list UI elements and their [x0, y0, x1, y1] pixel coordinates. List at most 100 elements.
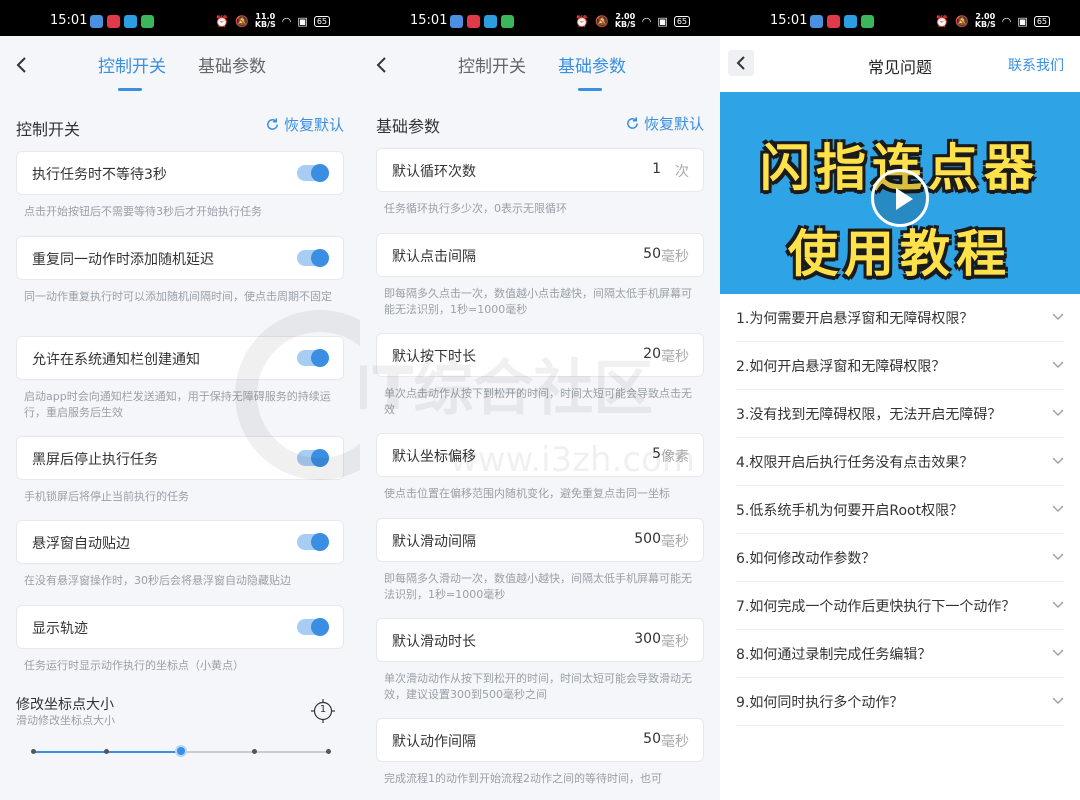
app-notification-icon: [861, 15, 874, 28]
wifi-icon: ◠: [1001, 14, 1012, 28]
param-row[interactable]: 默认滑动间隔 500 毫秒: [376, 518, 704, 562]
sim-icon: ▣: [297, 14, 308, 28]
play-icon[interactable]: [871, 169, 929, 227]
faq-item[interactable]: 1.为何需要开启悬浮窗和无障碍权限？: [736, 294, 1064, 342]
param-row[interactable]: 默认坐标偏移 5 像素: [376, 433, 704, 477]
param-unit: 毫秒: [661, 634, 689, 650]
param-row[interactable]: 默认按下时长 20 毫秒: [376, 333, 704, 377]
param-unit: 毫秒: [661, 534, 689, 550]
toggle-label: 黑屏后停止执行任务: [32, 452, 158, 468]
marker-size-slider-step[interactable]: [30, 749, 36, 754]
toggle-switch[interactable]: [297, 618, 329, 636]
refresh-icon: [627, 117, 638, 129]
toggle-row: 允许在系统通知栏创建通知: [16, 336, 344, 380]
toggle-description: 同一动作重复执行时可以添加随机间隔时间，使点击周期不固定: [24, 290, 332, 303]
tab-control-switch[interactable]: 控制开关: [458, 52, 526, 77]
marker-size-slider-step[interactable]: [251, 749, 257, 754]
tutorial-video-banner[interactable]: 闪指连点器 使用教程: [720, 92, 1080, 294]
app-notification-icon: [141, 15, 154, 28]
faq-item[interactable]: 5.低系统手机为何要开启Root权限？: [736, 486, 1064, 534]
system-icons: ⏰ 🔕 2.00 KB/S ◠ ▣ 65: [575, 13, 690, 29]
faq-item[interactable]: 3.没有找到无障碍权限，无法开启无障碍？: [736, 390, 1064, 438]
sim-icon: ▣: [1017, 14, 1028, 28]
faq-item[interactable]: 2.如何开启悬浮窗和无障碍权限？: [736, 342, 1064, 390]
system-icons: ⏰ 🔕 11.0 KB/S ◠ ▣ 65: [215, 13, 330, 29]
chevron-down-icon: [1052, 361, 1064, 368]
wifi-icon: ◠: [281, 14, 292, 28]
toggle-label: 悬浮窗自动贴边: [32, 536, 130, 552]
faq-item[interactable]: 9.如何同时执行多个动作？: [736, 678, 1064, 726]
param-row[interactable]: 默认滑动时长 300 毫秒: [376, 618, 704, 662]
toggle-switch[interactable]: [297, 164, 329, 182]
battery-icon: 65: [673, 15, 690, 27]
tab-basic-params[interactable]: 基础参数: [198, 52, 266, 77]
param-description: 单次点击动作从按下到松开的时间，时间太短可能会导致点击无效: [384, 387, 692, 416]
param-row[interactable]: 默认动作间隔 50 毫秒: [376, 718, 704, 762]
alarm-icon: ⏰: [215, 14, 230, 28]
back-arrow-icon[interactable]: [12, 53, 32, 77]
toggle-switch[interactable]: [297, 533, 329, 551]
marker-size-icon: 1: [311, 699, 335, 723]
param-unit: 毫秒: [661, 734, 689, 750]
app-notification-icon: [810, 15, 823, 28]
param-value[interactable]: 300: [634, 631, 661, 647]
faq-item[interactable]: 8.如何通过录制完成任务编辑？: [736, 630, 1064, 678]
marker-size-slider-thumb[interactable]: [174, 745, 187, 757]
faq-item[interactable]: 6.如何修改动作参数？: [736, 534, 1064, 582]
toggle-switch[interactable]: [297, 249, 329, 267]
toggle-switch[interactable]: [297, 449, 329, 467]
param-value[interactable]: 50: [643, 246, 661, 262]
chevron-down-icon: [1052, 313, 1064, 320]
wifi-icon: ◠: [641, 14, 652, 28]
tab-active-indicator: [578, 88, 602, 91]
tab-control-switch[interactable]: 控制开关: [98, 52, 166, 77]
toggle-description: 在没有悬浮窗操作时，30秒后会将悬浮窗自动隐藏贴边: [24, 574, 291, 587]
app-notification-icon: [450, 15, 463, 28]
toggle-row: 重复同一动作时添加随机延迟: [16, 236, 344, 280]
marker-size-slider-step[interactable]: [325, 749, 331, 754]
app-notification-icon: [827, 15, 840, 28]
param-label: 默认滑动时长: [392, 634, 476, 650]
mute-icon: 🔕: [595, 14, 609, 28]
notification-icons: [450, 15, 514, 28]
tab-basic-params[interactable]: 基础参数: [558, 52, 626, 77]
basic-params-screen: 15:01 ⏰ 🔕 2.00 KB/S ◠ ▣ 65 控制开关 基础参数 基础参数…: [360, 0, 720, 800]
restore-default-button[interactable]: 恢复默认: [625, 113, 704, 134]
faq-item[interactable]: 4.权限开启后执行任务没有点击效果？: [736, 438, 1064, 486]
telegram-icon: [844, 15, 857, 28]
contact-us-link[interactable]: 联系我们: [1008, 55, 1064, 75]
faq-item[interactable]: 7.如何完成一个动作后更快执行下一个动作？: [736, 582, 1064, 630]
chevron-down-icon: [1052, 601, 1064, 608]
param-label: 默认循环次数: [392, 164, 476, 180]
param-row[interactable]: 默认点击间隔 50 毫秒: [376, 233, 704, 277]
mute-icon: 🔕: [955, 14, 969, 28]
param-value[interactable]: 500: [634, 531, 661, 547]
faq-question: 8.如何通过录制完成任务编辑？: [736, 647, 932, 663]
toggle-row: 显示轨迹: [16, 605, 344, 649]
param-value[interactable]: 50: [643, 731, 661, 747]
marker-size-title: 修改坐标点大小: [16, 697, 114, 713]
param-label: 默认动作间隔: [392, 734, 476, 750]
back-arrow-icon[interactable]: [372, 53, 392, 77]
faq-question: 1.为何需要开启悬浮窗和无障碍权限？: [736, 311, 974, 327]
toggle-label: 执行任务时不等待3秒: [32, 167, 167, 183]
param-value[interactable]: 20: [643, 346, 661, 362]
toggle-switch[interactable]: [297, 349, 329, 367]
restore-default-button[interactable]: 恢复默认: [265, 114, 344, 135]
param-label: 默认点击间隔: [392, 249, 476, 265]
toggle-description: 启动app时会向通知栏发送通知，用于保持无障碍服务的持续运行，重启服务后生效: [24, 390, 331, 419]
param-unit: 毫秒: [661, 249, 689, 265]
param-description: 任务循环执行多少次，0表示无限循环: [384, 202, 567, 215]
marker-size-slider-step[interactable]: [104, 749, 110, 754]
param-value[interactable]: 5: [652, 446, 661, 462]
chevron-down-icon: [1052, 505, 1064, 512]
tab-active-indicator: [118, 88, 142, 91]
param-row[interactable]: 默认循环次数 1 次: [376, 148, 704, 192]
toggle-label: 重复同一动作时添加随机延迟: [32, 252, 214, 268]
telegram-icon: [124, 15, 137, 28]
toggle-row: 执行任务时不等待3秒: [16, 151, 344, 195]
param-value[interactable]: 1: [652, 161, 661, 177]
toggle-label: 允许在系统通知栏创建通知: [32, 352, 200, 368]
app-notification-icon: [90, 15, 103, 28]
alarm-icon: ⏰: [575, 14, 590, 28]
